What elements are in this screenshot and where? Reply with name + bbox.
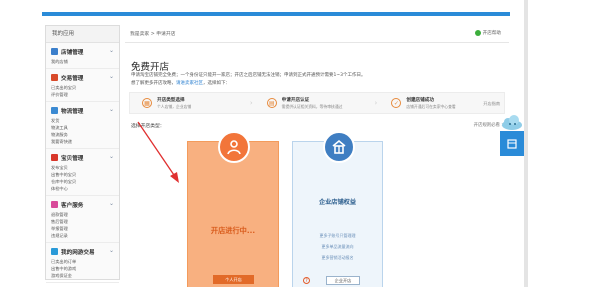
panel-icon [507,138,517,149]
float-tool-button[interactable] [500,131,524,156]
